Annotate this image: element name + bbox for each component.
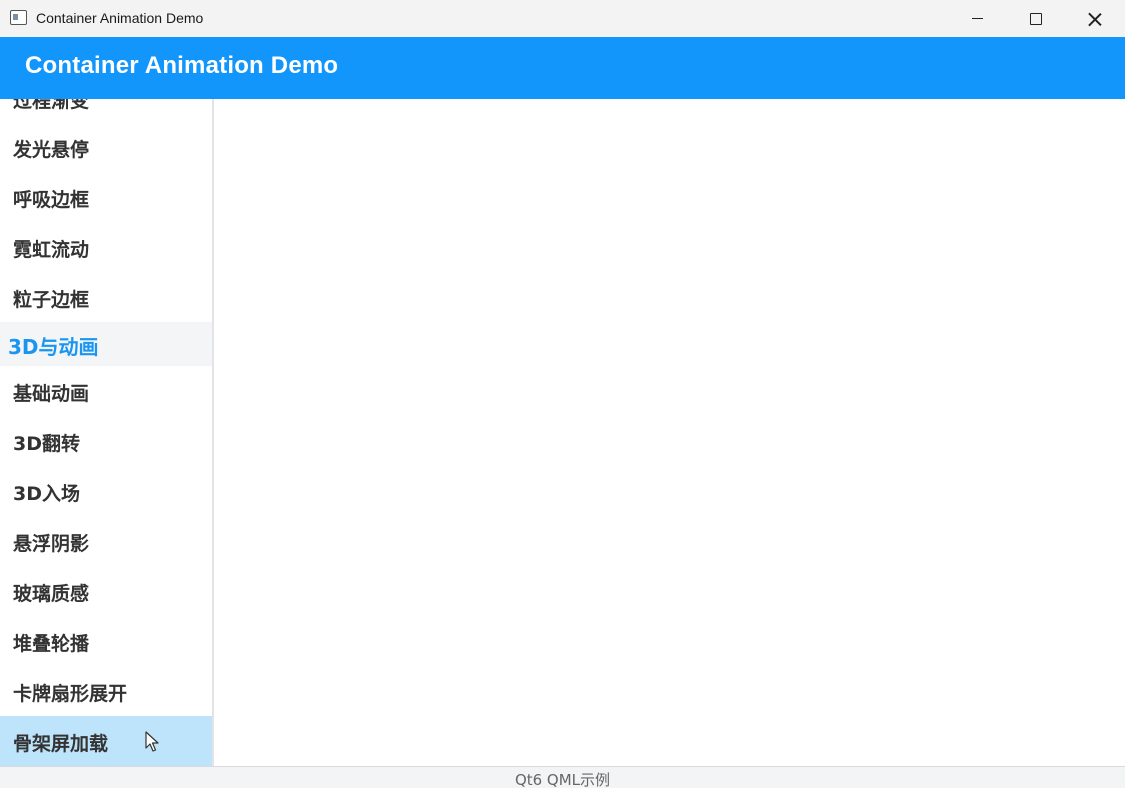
mouse-cursor-icon <box>145 731 159 752</box>
header-title: Container Animation Demo <box>25 52 339 79</box>
sidebar-item-glass-texture[interactable]: 玻璃质感 <box>0 566 212 616</box>
close-button[interactable] <box>1066 0 1124 37</box>
main-content-area <box>214 99 1125 766</box>
window-title: Container Animation Demo <box>36 10 204 26</box>
sidebar-item-breathing-border[interactable]: 呼吸边框 <box>0 172 212 222</box>
sidebar-item-label: 发光悬停 <box>13 139 90 161</box>
close-icon <box>1088 12 1102 26</box>
sidebar-item-stack-carousel[interactable]: 堆叠轮播 <box>0 616 212 666</box>
sidebar-item-particle-border[interactable]: 粒子边框 <box>0 272 212 322</box>
app-header: Container Animation Demo <box>0 37 1125 99</box>
sidebar-item-label: 呼吸边框 <box>13 189 90 211</box>
minimize-button[interactable] <box>948 0 1006 37</box>
sidebar-item-label: 骨架屏加载 <box>13 733 109 755</box>
sidebar-item-floating-shadow[interactable]: 悬浮阴影 <box>0 516 212 566</box>
sidebar-nav: 过程渐变 发光悬停 呼吸边框 霓虹流动 粒子边框 3D与动画 基础动画 3D翻转… <box>0 99 212 766</box>
window-titlebar[interactable]: Container Animation Demo <box>0 0 1125 37</box>
sidebar-item-label: 玻璃质感 <box>13 583 90 605</box>
maximize-button[interactable] <box>1007 0 1065 37</box>
sidebar-item-neon-flow[interactable]: 霓虹流动 <box>0 222 212 272</box>
sidebar-item-label: 悬浮阴影 <box>13 533 90 555</box>
sidebar-item-label: 过程渐变 <box>13 99 90 112</box>
sidebar-item-skeleton-loading[interactable]: 骨架屏加载 <box>0 716 212 766</box>
maximize-icon <box>1030 12 1042 25</box>
sidebar-item-label: 堆叠轮播 <box>13 633 90 655</box>
minimize-icon <box>971 17 983 20</box>
sidebar-item-3d-flip[interactable]: 3D翻转 <box>0 416 212 466</box>
sidebar-item-label: 3D翻转 <box>13 433 80 455</box>
footer-text: Qt6 QML示例 <box>514 771 611 788</box>
sidebar-item-label: 3D入场 <box>13 483 80 505</box>
sidebar-item-label: 卡牌扇形展开 <box>13 683 128 705</box>
app-window-icon <box>10 10 27 25</box>
sidebar-item-3d-entrance[interactable]: 3D入场 <box>0 466 212 516</box>
status-footer: Qt6 QML示例 <box>0 766 1125 788</box>
sidebar-item-label: 基础动画 <box>13 383 90 405</box>
sidebar-item-card-fan[interactable]: 卡牌扇形展开 <box>0 666 212 716</box>
sidebar-item-glow-hover[interactable]: 发光悬停 <box>0 122 212 172</box>
sidebar-item-label: 粒子边框 <box>13 289 90 311</box>
sidebar-section-3d-animation: 3D与动画 <box>0 322 212 366</box>
sidebar-item-label: 霓虹流动 <box>13 239 90 261</box>
sidebar-item-basic-animation[interactable]: 基础动画 <box>0 366 212 416</box>
section-label: 3D与动画 <box>8 335 99 359</box>
